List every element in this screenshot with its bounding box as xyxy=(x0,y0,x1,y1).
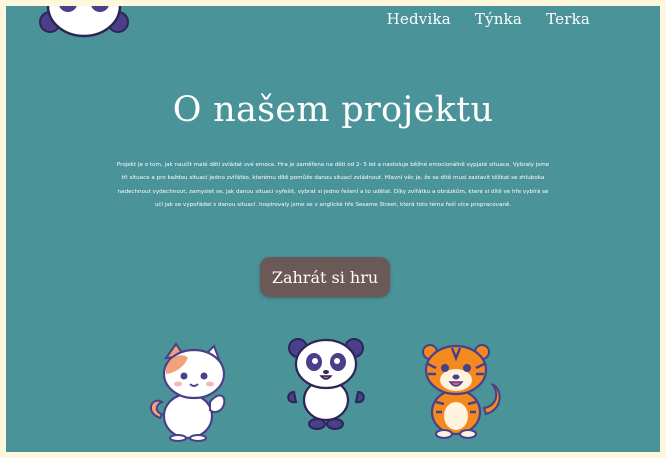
nav-link-tynka[interactable]: Týnka xyxy=(475,10,522,28)
page-title: O našem projektu xyxy=(172,90,494,130)
top-nav: Hedvika Týnka Terka xyxy=(387,10,590,28)
panda-character-icon xyxy=(287,338,365,430)
play-game-button[interactable]: Zahrát si hru xyxy=(260,257,390,297)
tiger-character-icon xyxy=(422,344,501,439)
project-description: Projekt je o tom, jak naučit malé děti z… xyxy=(116,162,550,209)
cat-character-icon xyxy=(149,342,226,442)
nav-link-hedvika[interactable]: Hedvika xyxy=(387,10,451,28)
panda-logo-icon[interactable] xyxy=(38,6,130,44)
page-content: Hedvika Týnka Terka O našem projektu Pro… xyxy=(6,6,660,452)
nav-link-terka[interactable]: Terka xyxy=(546,10,590,28)
